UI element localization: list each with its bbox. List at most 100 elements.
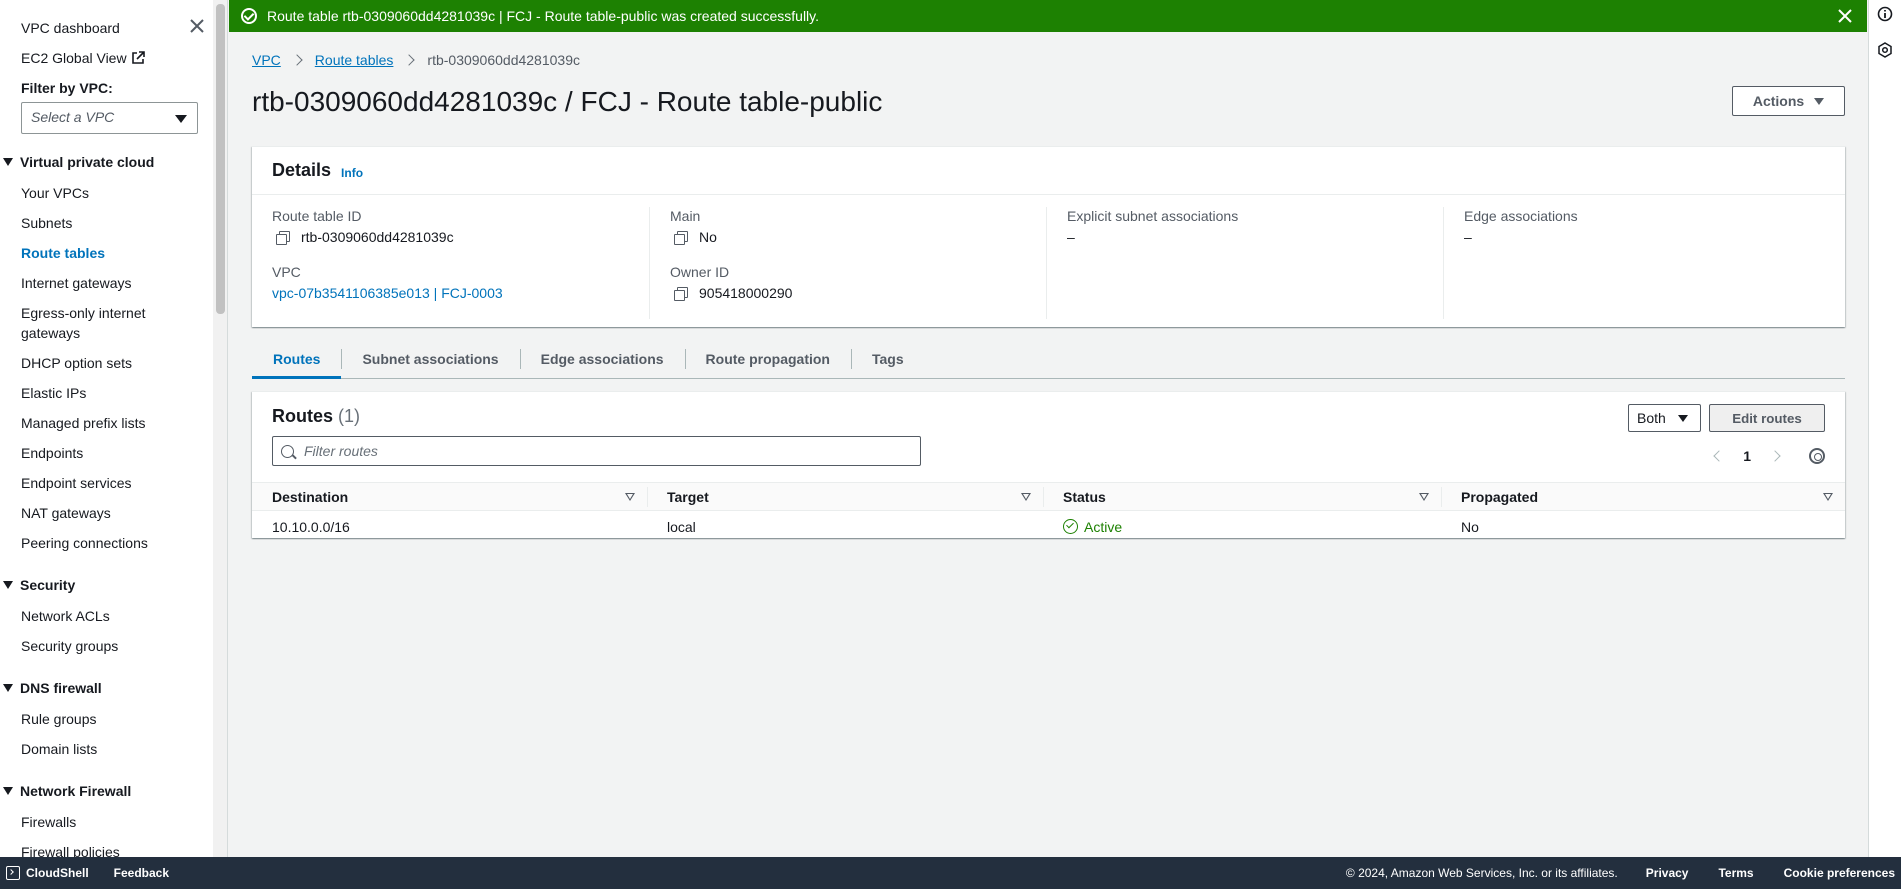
terms-link[interactable]: Terms [1718, 866, 1753, 880]
breadcrumb-vpc[interactable]: VPC [252, 52, 281, 68]
main-value: No [699, 229, 717, 245]
sort-icon[interactable] [1823, 493, 1833, 501]
info-icon[interactable] [1877, 6, 1893, 22]
routes-panel: Routes (1) Filter routes Both Edit route… [252, 391, 1845, 538]
vpc-link[interactable]: vpc-07b3541106385e013 | FCJ-0003 [272, 283, 503, 303]
copy-icon[interactable] [674, 230, 688, 245]
details-header: Details Info [252, 147, 1845, 195]
sort-icon[interactable] [625, 493, 635, 501]
sidebar-item-nat-gateways[interactable]: NAT gateways [0, 503, 227, 523]
copy-icon[interactable] [674, 286, 688, 301]
edge-associations-field: Edge associations – [1464, 207, 1840, 247]
details-panel: Details Info Route table ID rtb-0309060d… [252, 146, 1845, 327]
sidebar-item-network-acls[interactable]: Network ACLs [0, 606, 227, 626]
close-icon[interactable] [189, 18, 205, 34]
sidebar-scrollbar-thumb[interactable] [216, 4, 225, 314]
details-title: Details [272, 160, 332, 180]
status-text: Active [1084, 518, 1123, 535]
sidebar-item-subnets[interactable]: Subnets [0, 213, 227, 233]
sidebar-section-title: Network Firewall [20, 783, 132, 799]
caret-down-icon [1677, 414, 1688, 422]
main-field: Main No [670, 207, 1046, 247]
sidebar-item-elastic-ips[interactable]: Elastic IPs [0, 383, 227, 403]
console-footer: CloudShell Feedback © 2024, Amazon Web S… [0, 857, 1901, 889]
sidebar-item-your-vpcs[interactable]: Your VPCs [0, 183, 227, 203]
filter-routes-input[interactable]: Filter routes [272, 436, 921, 466]
cloudshell-button[interactable]: CloudShell [0, 866, 89, 880]
sidebar-item-firewalls[interactable]: Firewalls [0, 812, 227, 832]
column-target-label: Target [667, 488, 709, 505]
sidebar-item-route-tables[interactable]: Route tables [0, 243, 227, 263]
propagation-filter-value: Both [1637, 410, 1666, 426]
owner-id-field: Owner ID 905418000290 [670, 263, 1046, 303]
tab-subnet-associations[interactable]: Subnet associations [341, 339, 519, 378]
status-active-icon [1063, 519, 1078, 535]
column-propagated[interactable]: Propagated [1441, 482, 1845, 511]
column-target[interactable]: Target [647, 482, 1043, 511]
sort-icon[interactable] [1419, 493, 1429, 501]
sidebar-item-domain-lists[interactable]: Domain lists [0, 739, 227, 759]
banner-message: Route table rtb-0309060dd4281039c | FCJ … [267, 8, 820, 24]
sort-icon[interactable] [1021, 493, 1031, 501]
settings-hex-icon[interactable] [1877, 42, 1893, 58]
close-icon[interactable] [1837, 8, 1853, 24]
column-propagated-label: Propagated [1461, 488, 1539, 505]
info-link[interactable]: Info [341, 166, 363, 180]
success-flashbar: Route table rtb-0309060dd4281039c | FCJ … [229, 0, 1867, 32]
gear-icon[interactable] [1809, 448, 1825, 464]
actions-button-label: Actions [1752, 93, 1805, 109]
route-table-id-field: Route table ID rtb-0309060dd4281039c [272, 207, 649, 247]
explicit-subnet-associations-label: Explicit subnet associations [1067, 208, 1239, 224]
expand-triangle-icon [3, 787, 13, 795]
column-destination[interactable]: Destination [252, 482, 647, 511]
vpc-label: VPC [272, 264, 301, 280]
tab-tags[interactable]: Tags [850, 339, 925, 378]
privacy-link[interactable]: Privacy [1646, 866, 1689, 880]
tab-route-propagation[interactable]: Route propagation [684, 339, 851, 378]
sidebar-section-header[interactable]: Security [0, 575, 227, 595]
cookie-preferences-link[interactable]: Cookie preferences [1784, 866, 1895, 880]
sidebar-item-endpoints[interactable]: Endpoints [0, 443, 227, 463]
vpc-filter-select[interactable]: Select a VPC [21, 102, 198, 134]
sidebar-section-vpc: Virtual private cloud Your VPCs Subnets … [0, 152, 227, 553]
tab-bar: Routes Subnet associations Edge associat… [252, 339, 1845, 379]
page-number[interactable]: 1 [1743, 448, 1751, 464]
filter-by-vpc-label: Filter by VPC: [21, 80, 113, 96]
tab-edge-associations[interactable]: Edge associations [519, 339, 685, 378]
sidebar-section-header[interactable]: DNS firewall [0, 678, 227, 698]
chevron-left-icon[interactable] [1713, 450, 1725, 462]
sidebar-item-dhcp-option-sets[interactable]: DHCP option sets [0, 353, 227, 373]
copy-icon[interactable] [276, 230, 290, 245]
sidebar-item-internet-gateways[interactable]: Internet gateways [0, 273, 227, 293]
copyright-text: © 2024, Amazon Web Services, Inc. or its… [1345, 866, 1618, 880]
expand-triangle-icon [3, 684, 13, 692]
chevron-right-icon[interactable] [1769, 450, 1781, 462]
cell-target: local [667, 518, 696, 535]
sidebar-ec2-global-view[interactable]: EC2 Global View [21, 48, 227, 68]
expand-triangle-icon [3, 581, 13, 589]
sidebar-section-title: Virtual private cloud [20, 154, 155, 170]
column-status[interactable]: Status [1043, 482, 1441, 511]
sidebar-item-firewall-policies[interactable]: Firewall policies [0, 842, 227, 857]
actions-button[interactable]: Actions [1732, 86, 1845, 116]
sidebar-item-rule-groups[interactable]: Rule groups [0, 709, 227, 729]
cloudshell-icon [6, 866, 20, 880]
sidebar-item-peering-connections[interactable]: Peering connections [0, 533, 227, 553]
sidebar-item-managed-prefix-lists[interactable]: Managed prefix lists [0, 413, 227, 433]
tab-routes[interactable]: Routes [252, 339, 342, 379]
sidebar-section-header[interactable]: Network Firewall [0, 781, 227, 801]
vpc-filter-placeholder: Select a VPC [31, 109, 115, 125]
routes-title: Routes (1) [272, 404, 1825, 428]
column-status-label: Status [1063, 488, 1106, 505]
expand-triangle-icon [3, 158, 13, 166]
search-icon [281, 444, 294, 458]
explicit-subnet-associations-value: – [1067, 229, 1075, 245]
sidebar-item-endpoint-services[interactable]: Endpoint services [0, 473, 227, 493]
edit-routes-button[interactable]: Edit routes [1709, 404, 1825, 432]
sidebar-item-security-groups[interactable]: Security groups [0, 636, 227, 656]
feedback-link[interactable]: Feedback [114, 866, 169, 880]
sidebar-section-header[interactable]: Virtual private cloud [0, 152, 227, 172]
sidebar-item-egress-only-gateways[interactable]: Egress-only internet gateways [0, 303, 160, 343]
breadcrumb-route-tables[interactable]: Route tables [315, 52, 394, 68]
propagation-filter-select[interactable]: Both [1628, 404, 1701, 432]
